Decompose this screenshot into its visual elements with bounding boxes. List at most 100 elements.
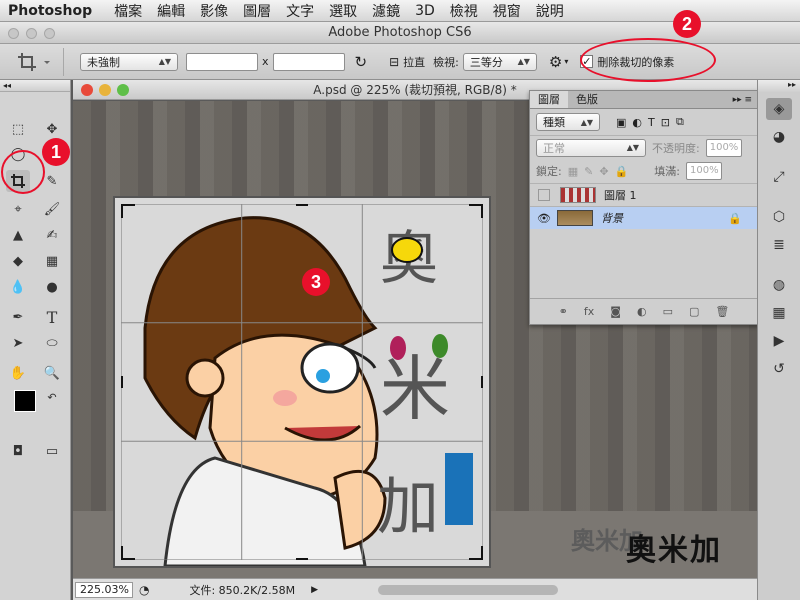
history-states-icon[interactable]: ↺ [766,358,792,380]
layers-dock-icon[interactable]: ◈ [766,98,792,120]
status-menu-arrow-icon[interactable]: ▶ [311,585,318,595]
gradient-tool-icon[interactable]: ▦ [40,250,64,272]
mask-icon[interactable]: ◙ [610,305,621,318]
layer-name[interactable]: 背景 [601,210,623,226]
right-dock: ▸▸ ◈ ◕ ⤢ ⬡ ≣ ◍ ▦ ▶ ↺ 奧米加 [626,80,800,600]
history-brush-icon[interactable]: ✍ [40,224,64,246]
annotation-badge-3: 3 [302,268,330,296]
straighten-label[interactable]: 拉直 [403,54,425,70]
filter-adjustment-icon[interactable]: ◐ [632,116,642,129]
menu-file[interactable]: 檔案 [114,1,142,21]
filter-smart-icon[interactable]: ⧉ [676,115,684,129]
menu-window[interactable]: 視窗 [493,1,521,21]
filter-type-icon[interactable]: T [648,116,655,129]
blend-mode-select[interactable]: 正常 ▲▼ [536,138,646,157]
visibility-toggle[interactable] [538,189,550,201]
lock-transparent-icon[interactable]: ▦ [568,165,578,178]
overlay-view-select[interactable]: 三等分 ▲▼ [462,52,537,71]
trash-icon[interactable]: 🗑 [715,305,729,318]
hand-tool-icon[interactable]: ✋ [6,362,30,384]
actions-dock-icon[interactable]: ▶ [766,330,792,352]
zoom-tool-icon[interactable]: 🔍 [40,362,64,384]
layer-row[interactable]: 圖層 1 [530,183,758,206]
straighten-icon[interactable]: ⊟ [389,55,399,69]
layers-panel: 圖層 色版 ▸▸ ≡ 種類 ▲▼ ▣ ◐ T ⊡ ⧉ 正常 ▲▼ 不透明度: 100… [529,90,759,325]
annotation-ring-2 [580,38,716,82]
crop-overlay-grid[interactable] [121,204,483,560]
lock-position-icon[interactable]: ✥ [599,165,608,178]
filter-pixel-icon[interactable]: ▣ [616,116,626,129]
menu-layer[interactable]: 圖層 [243,1,271,21]
pen-tool-icon[interactable]: ✒ [6,306,30,328]
menu-type[interactable]: 文字 [286,1,314,21]
swatches-dock-icon[interactable]: ▦ [766,302,792,324]
filter-shape-icon[interactable]: ⊡ [661,116,670,129]
gear-icon[interactable]: ⚙ [549,53,562,71]
fill-field[interactable]: 100% [685,162,722,180]
fx-icon[interactable]: fx [584,305,594,318]
channels-dock-icon[interactable]: ◕ [766,126,792,148]
tab-layers[interactable]: 圖層 [530,91,568,108]
eyedropper-tool-icon[interactable]: ⌖ [6,198,30,220]
new-layer-icon[interactable]: ▢ [689,305,699,318]
menu-select[interactable]: 選取 [329,1,357,21]
path-select-tool-icon[interactable]: ➤ [6,332,30,354]
tab-channels[interactable]: 色版 [568,91,606,108]
app-name[interactable]: Photoshop [8,3,92,19]
swap-colors-icon[interactable]: ↶ [40,386,64,408]
layer-filter-select[interactable]: 種類 ▲▼ [536,113,600,131]
lock-pixels-icon[interactable]: ✎ [584,165,593,178]
window-title: Adobe Photoshop CS6 [328,25,472,40]
menu-3d[interactable]: 3D [415,3,435,19]
swap-icon[interactable]: ↻ [355,53,368,71]
document-window-controls[interactable] [81,84,129,96]
fill-label: 填滿: [654,165,680,178]
healing-tool-icon[interactable]: ▲ [6,224,30,246]
dock-collapse-icon[interactable]: ▸▸ [758,80,800,92]
layer-name[interactable]: 圖層 1 [604,187,637,203]
color-dock-icon[interactable]: ◍ [766,274,792,296]
window-controls[interactable] [8,28,55,39]
chevron-down-icon[interactable]: ▾ [564,57,568,66]
quick-mask-icon[interactable]: ◘ [6,440,30,462]
foreground-color-swatch[interactable] [14,390,36,412]
opacity-field[interactable]: 100% [705,138,742,157]
adjustment-icon[interactable]: ◐ [637,305,647,318]
blur-tool-icon[interactable]: 💧 [6,276,30,298]
history-dock-icon[interactable]: ≣ [766,234,792,256]
brush-tool-icon[interactable]: 🖌 [40,198,64,220]
move-tool-icon[interactable]: ✥ [40,118,64,140]
paths-dock-icon[interactable]: ⤢ [766,166,792,188]
status-bar: 225.03% ◔ 文件: 850.2K/2.58M ▶ [73,578,757,600]
link-icon[interactable]: ⚭ [559,305,568,318]
menu-edit[interactable]: 編輯 [157,1,185,21]
annotation-badge-2: 2 [673,10,701,38]
menu-image[interactable]: 影像 [200,1,228,21]
file-size-info: 文件: 850.2K/2.58M [189,583,296,597]
zoom-level-field[interactable]: 225.03% [75,581,133,598]
type-tool-icon[interactable]: T [40,306,64,328]
crop-tool-preset-icon[interactable] [14,47,64,76]
dodge-tool-icon[interactable]: ● [40,276,64,298]
lock-all-icon[interactable]: 🔒 [615,165,629,178]
folder-icon[interactable]: ▭ [663,305,673,318]
eraser-tool-icon[interactable]: ◆ [6,250,30,272]
horizontal-scrollbar[interactable] [378,584,559,595]
marquee-tool-icon[interactable]: ⬚ [6,118,30,140]
layer-thumbnail [556,210,593,226]
screen-mode-icon[interactable]: ▭ [40,440,64,462]
menu-help[interactable]: 說明 [536,1,564,21]
3d-dock-icon[interactable]: ⬡ [766,206,792,228]
crop-height-field[interactable] [272,52,345,71]
eye-icon[interactable]: 👁 [537,212,551,225]
menu-view[interactable]: 檢視 [450,1,478,21]
panel-collapse-icon[interactable]: ◂◂ [0,80,70,92]
panel-menu-icon[interactable]: ▸▸ ≡ [727,91,758,108]
crop-width-field[interactable] [186,52,258,71]
annotation-badge-1: 1 [42,138,70,166]
menu-filter[interactable]: 濾鏡 [372,1,400,21]
layer-row[interactable]: 👁 背景 🔒 [530,206,758,229]
aspect-ratio-select[interactable]: 未強制 ▲▼ [80,52,178,71]
status-info-icon[interactable]: ◔ [139,583,149,597]
ellipse-tool-icon[interactable]: ⬭ [40,332,64,354]
